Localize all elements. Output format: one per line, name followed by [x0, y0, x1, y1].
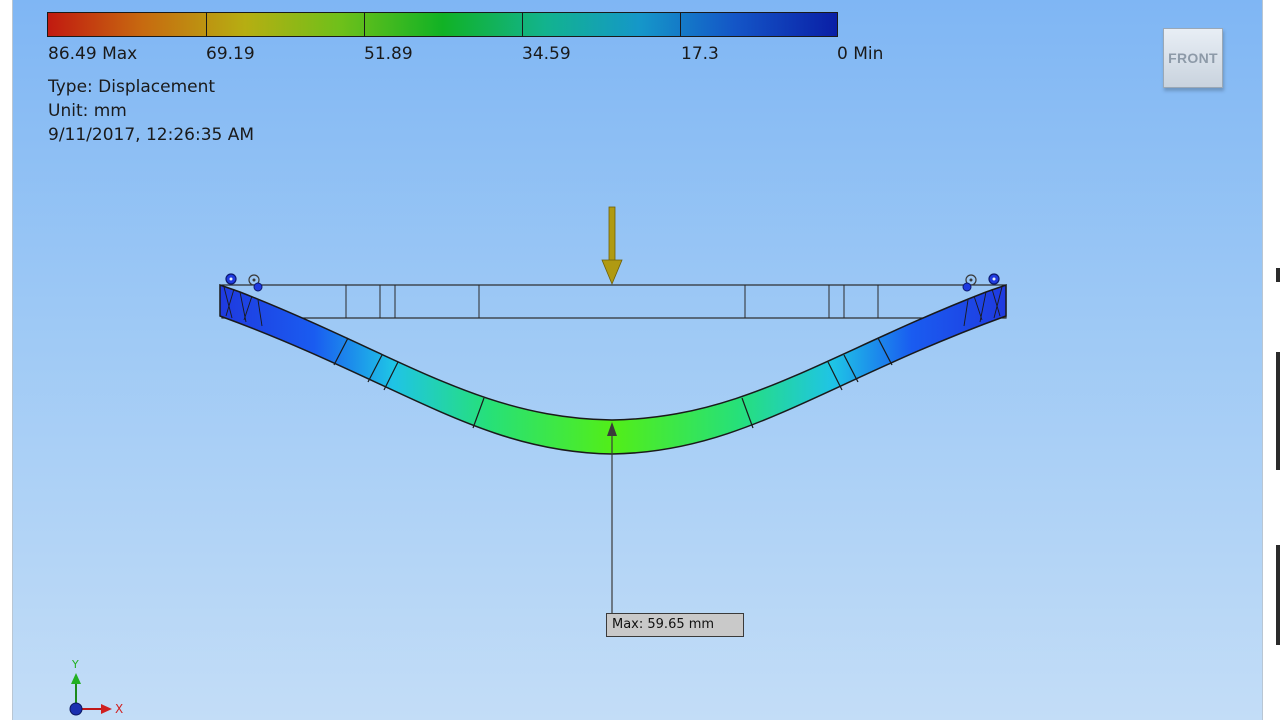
right-edge-mark — [1276, 268, 1280, 282]
max-probe-label[interactable]: Max: 59.65 mm — [606, 613, 744, 637]
model-graphics — [69, 206, 1007, 716]
load-arrow-icon — [601, 206, 623, 286]
right-edge-mark — [1276, 352, 1280, 470]
coordinate-triad-icon — [69, 673, 112, 716]
undeformed-beam-outline — [221, 284, 1007, 319]
max-probe-text: Max: 59.65 mm — [612, 617, 715, 632]
triad-x-label: X — [115, 702, 124, 716]
right-edge-mark — [1276, 545, 1280, 645]
triad-y-label: Y — [72, 658, 79, 671]
pin-constraint-icon — [962, 273, 1000, 292]
fea-result-window: 86.49 Max 69.19 51.89 34.59 17.3 0 Min T… — [0, 0, 1280, 720]
